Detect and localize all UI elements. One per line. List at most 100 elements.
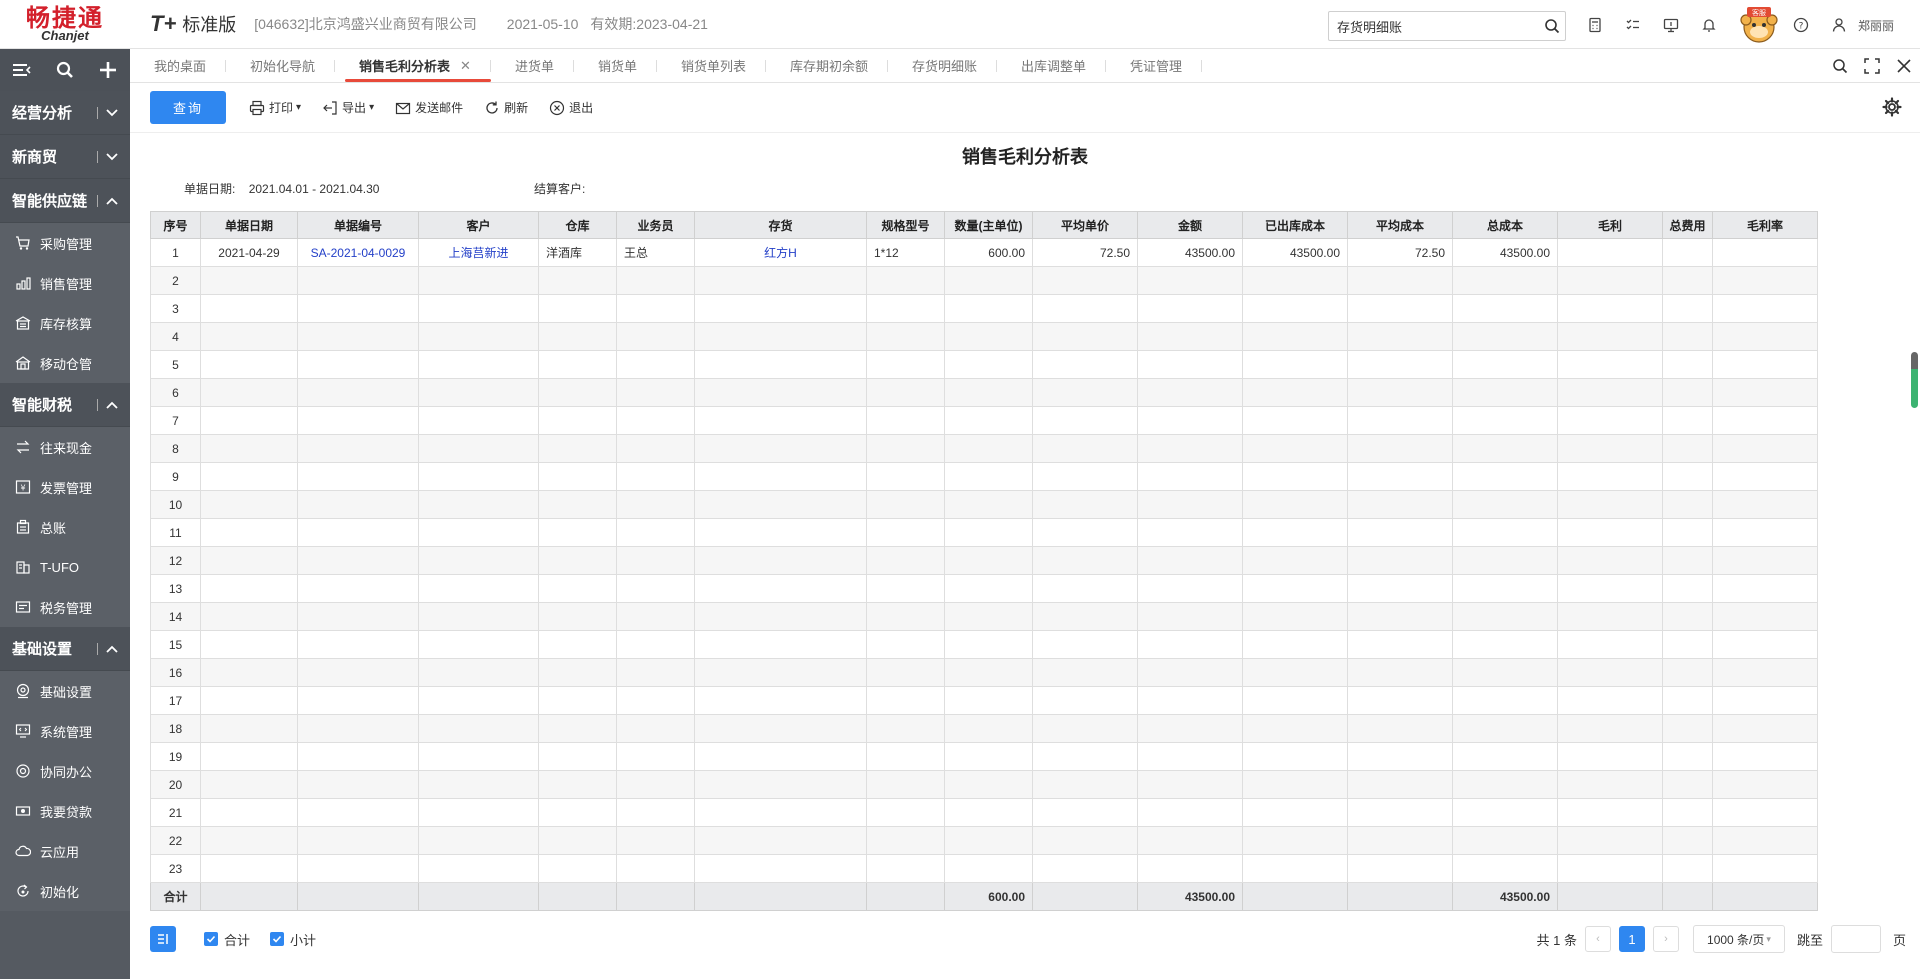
table-row[interactable]: 8 bbox=[150, 434, 1818, 463]
send-email-button[interactable]: 发送邮件 bbox=[394, 99, 463, 117]
table-row[interactable]: 14 bbox=[150, 602, 1818, 631]
user-icon[interactable] bbox=[1824, 10, 1854, 40]
table-cell[interactable]: SA-2021-04-0029 bbox=[297, 238, 419, 267]
table-row[interactable]: 10 bbox=[150, 490, 1818, 519]
column-settings-button[interactable] bbox=[150, 926, 176, 952]
sidebar-group-supply-chain[interactable]: 智能供应链 bbox=[0, 179, 130, 223]
query-button[interactable]: 查询 bbox=[150, 91, 226, 124]
table-row[interactable]: 2 bbox=[150, 266, 1818, 295]
table-row[interactable]: 3 bbox=[150, 294, 1818, 323]
column-header[interactable]: 已出库成本 bbox=[1242, 211, 1348, 239]
total-checkbox[interactable]: 合计 bbox=[204, 930, 250, 949]
message-icon[interactable] bbox=[1656, 10, 1686, 40]
sidebar-item-loan[interactable]: 我要贷款 bbox=[0, 791, 130, 831]
column-header[interactable]: 总费用 bbox=[1662, 211, 1713, 239]
fullscreen-icon[interactable] bbox=[1856, 49, 1888, 83]
sidebar-item-initialization[interactable]: 初始化 bbox=[0, 871, 130, 911]
help-icon[interactable]: ? bbox=[1786, 10, 1816, 40]
prev-page-button[interactable]: ‹ bbox=[1584, 926, 1611, 952]
column-header[interactable]: 单据编号 bbox=[297, 211, 419, 239]
table-row[interactable]: 9 bbox=[150, 462, 1818, 491]
column-header[interactable]: 单据日期 bbox=[200, 211, 298, 239]
tab-sales-order-list[interactable]: 销货单列表 bbox=[657, 49, 767, 83]
table-row[interactable]: 17 bbox=[150, 686, 1818, 715]
sidebar-group-basic-settings[interactable]: 基础设置 bbox=[0, 627, 130, 671]
column-header[interactable]: 毛利率 bbox=[1712, 211, 1818, 239]
table-row[interactable]: 12 bbox=[150, 546, 1818, 575]
tab-search-icon[interactable] bbox=[1824, 49, 1856, 83]
sidebar-group-finance-tax[interactable]: 智能财税 bbox=[0, 383, 130, 427]
table-row[interactable]: 21 bbox=[150, 798, 1818, 827]
tab-inventory-detail[interactable]: 存货明细账 bbox=[888, 49, 998, 83]
customer-service-mascot-icon[interactable]: 客服 bbox=[1736, 5, 1782, 45]
sidebar-search-icon[interactable] bbox=[43, 49, 86, 91]
tab-outbound-adjustment[interactable]: 出库调整单 bbox=[997, 49, 1107, 83]
sidebar-item-invoice[interactable]: ¥ 发票管理 bbox=[0, 467, 130, 507]
table-row[interactable]: 13 bbox=[150, 574, 1818, 603]
sidebar-item-cloud-apps[interactable]: 云应用 bbox=[0, 831, 130, 871]
user-name[interactable]: 郑丽丽 bbox=[1858, 17, 1894, 34]
table-row[interactable]: 18 bbox=[150, 714, 1818, 743]
table-row[interactable]: 1 2021-04-29 SA-2021-04-0029 上海莒新进 洋酒库 王总 红方H 1… bbox=[150, 238, 1818, 267]
sidebar-item-ledger[interactable]: 总账 bbox=[0, 507, 130, 547]
column-header[interactable]: 规格型号 bbox=[866, 211, 945, 239]
column-header[interactable]: 毛利 bbox=[1557, 211, 1663, 239]
sidebar-item-collaboration[interactable]: 协同办公 bbox=[0, 751, 130, 791]
table-row[interactable]: 16 bbox=[150, 658, 1818, 687]
table-row[interactable]: 4 bbox=[150, 322, 1818, 351]
sidebar-item-inventory-accounting[interactable]: 库存核算 bbox=[0, 303, 130, 343]
export-button[interactable]: 导出 ▾ bbox=[321, 99, 374, 117]
brand-logo[interactable]: 畅捷通 Chanjet bbox=[0, 0, 130, 49]
company-name[interactable]: [046632]北京鸿盛兴业商贸有限公司 bbox=[254, 14, 477, 34]
gear-icon[interactable] bbox=[1882, 97, 1902, 120]
next-page-button[interactable]: › bbox=[1652, 926, 1679, 952]
page-size-select[interactable]: 1000 条/页 ▾ bbox=[1692, 925, 1785, 953]
bell-icon[interactable] bbox=[1694, 10, 1724, 40]
refresh-button[interactable]: 刷新 bbox=[483, 99, 528, 117]
table-cell[interactable]: 上海莒新进 bbox=[418, 238, 539, 267]
sidebar-item-tax[interactable]: 税务管理 bbox=[0, 587, 130, 627]
sidebar-item-t-ufo[interactable]: T-UFO bbox=[0, 547, 130, 587]
task-list-icon[interactable] bbox=[1618, 10, 1648, 40]
page-1-button[interactable]: 1 bbox=[1618, 926, 1645, 952]
tab-inventory-opening[interactable]: 库存期初余额 bbox=[766, 49, 889, 83]
close-all-icon[interactable] bbox=[1888, 49, 1920, 83]
sidebar-item-basic-settings[interactable]: 基础设置 bbox=[0, 671, 130, 711]
table-row[interactable]: 19 bbox=[150, 742, 1818, 771]
sidebar-group-new-trade[interactable]: 新商贸 bbox=[0, 135, 130, 179]
table-cell[interactable]: 红方H bbox=[694, 238, 867, 267]
table-row[interactable]: 5 bbox=[150, 350, 1818, 379]
jump-page-input[interactable] bbox=[1830, 925, 1881, 953]
menu-toggle-icon[interactable] bbox=[0, 49, 43, 91]
column-header[interactable]: 仓库 bbox=[538, 211, 617, 239]
search-input[interactable] bbox=[1329, 13, 1539, 39]
column-header[interactable]: 序号 bbox=[150, 211, 201, 239]
table-row[interactable]: 20 bbox=[150, 770, 1818, 799]
column-header[interactable]: 平均单价 bbox=[1032, 211, 1138, 239]
tab-purchase-order[interactable]: 进货单 bbox=[491, 49, 574, 83]
column-header[interactable]: 总成本 bbox=[1452, 211, 1558, 239]
tab-sales-gross-profit[interactable]: 销售毛利分析表 ✕ bbox=[335, 49, 491, 83]
column-header[interactable]: 平均成本 bbox=[1347, 211, 1453, 239]
print-button[interactable]: 打印 ▾ bbox=[248, 99, 301, 117]
tab-my-desktop[interactable]: 我的桌面 bbox=[130, 49, 227, 83]
calculator-icon[interactable] bbox=[1580, 10, 1610, 40]
subtotal-checkbox[interactable]: 小计 bbox=[270, 930, 316, 949]
sidebar-item-purchase[interactable]: 采购管理 bbox=[0, 223, 130, 263]
sidebar-item-sales[interactable]: 销售管理 bbox=[0, 263, 130, 303]
sidebar-item-mobile-warehouse[interactable]: 移动仓管 bbox=[0, 343, 130, 383]
tab-sales-order[interactable]: 销货单 bbox=[574, 49, 657, 83]
column-header[interactable]: 业务员 bbox=[616, 211, 695, 239]
sidebar-item-cash[interactable]: 往来现金 bbox=[0, 427, 130, 467]
table-row[interactable]: 15 bbox=[150, 630, 1818, 659]
column-header[interactable]: 数量(主单位) bbox=[944, 211, 1033, 239]
tab-voucher-management[interactable]: 凭证管理 bbox=[1106, 49, 1203, 83]
table-row[interactable]: 6 bbox=[150, 378, 1818, 407]
exit-button[interactable]: 退出 bbox=[548, 99, 593, 117]
column-header[interactable]: 存货 bbox=[694, 211, 867, 239]
column-header[interactable]: 金额 bbox=[1137, 211, 1243, 239]
page-scrollbar[interactable] bbox=[1911, 352, 1918, 408]
table-row[interactable]: 7 bbox=[150, 406, 1818, 435]
column-header[interactable]: 客户 bbox=[418, 211, 539, 239]
table-row[interactable]: 11 bbox=[150, 518, 1818, 547]
